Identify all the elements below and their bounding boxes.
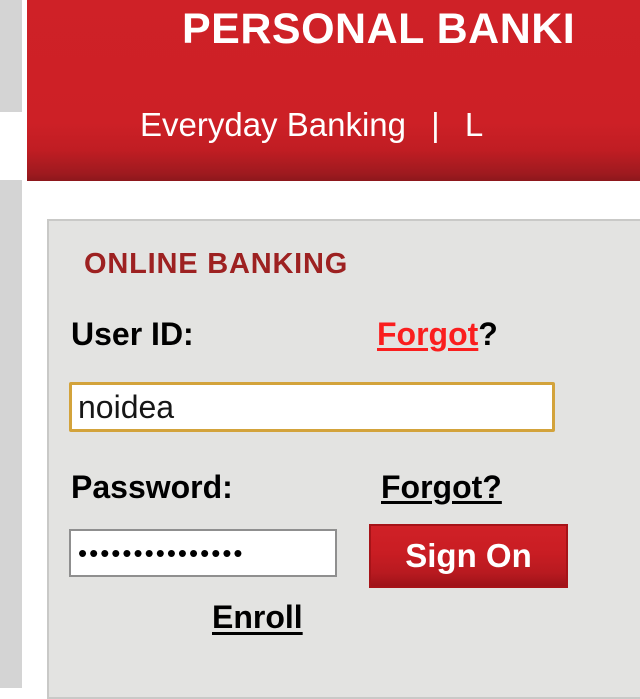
page-root: PERSONAL BANKI Everyday Banking | L ONLI… [0,0,640,699]
online-banking-login-panel: ONLINE BANKING User ID: Forgot? Password… [47,219,640,699]
forgot-user-id-link[interactable]: Forgot? [377,316,498,353]
forgot-user-id-word: Forgot [377,316,479,352]
page-title: PERSONAL BANKI [182,5,576,53]
nav-item-everyday-banking[interactable]: Everyday Banking [140,106,406,143]
user-id-input[interactable] [69,382,555,432]
sign-on-button[interactable]: Sign On [369,524,568,588]
site-masthead: PERSONAL BANKI Everyday Banking | L [27,0,640,181]
left-gutter-white-segment [0,112,22,180]
panel-heading: ONLINE BANKING [84,248,349,280]
left-gutter-column [0,0,22,688]
nav-separator: | [431,106,440,143]
forgot-password-link[interactable]: Forgot? [381,469,502,506]
primary-nav: Everyday Banking | L [140,105,483,145]
password-label: Password: [71,469,233,505]
nav-item-loans[interactable]: L [465,106,483,143]
forgot-user-id-question-mark: ? [478,316,498,352]
password-input[interactable] [69,529,337,577]
enroll-link[interactable]: Enroll [212,599,303,636]
user-id-label: User ID: [71,316,194,352]
